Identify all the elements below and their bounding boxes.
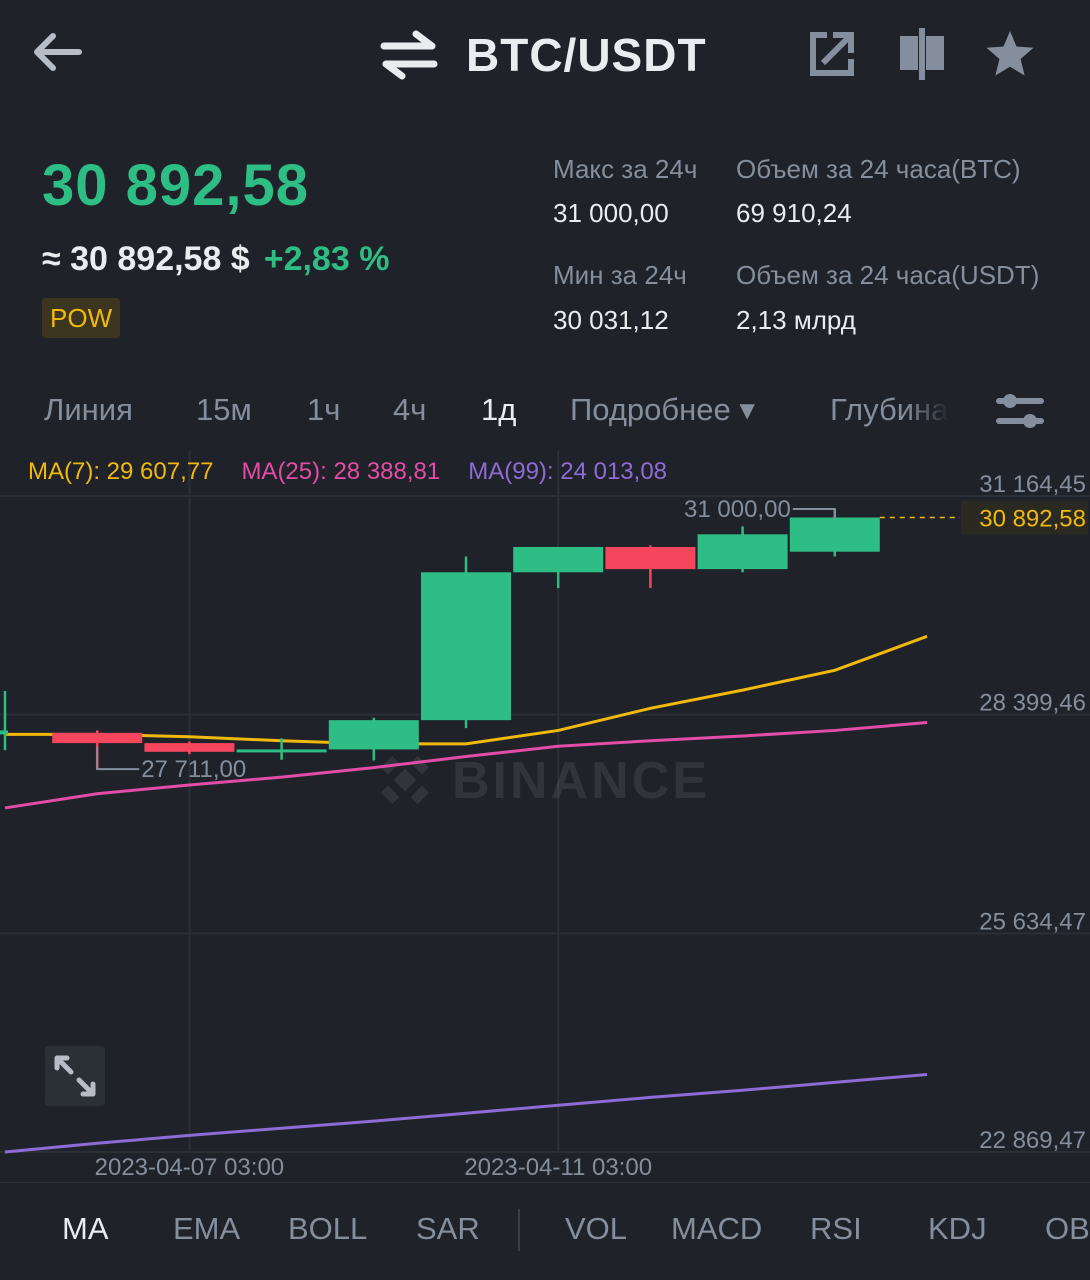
- indicator-kdj[interactable]: KDJ: [928, 1211, 987, 1247]
- indicator-divider: [518, 1209, 520, 1251]
- star-icon: [986, 31, 1034, 76]
- candle-body: [144, 743, 235, 752]
- volume-base-label: Объем за 24 часа(BTC): [736, 154, 1021, 184]
- candle-body: [789, 517, 880, 552]
- y-tick-label: 28 399,46: [979, 690, 1086, 717]
- chart-settings-button[interactable]: [990, 384, 1050, 438]
- svg-text:BINANCE: BINANCE: [452, 752, 710, 810]
- ma-legend: MA(7): 29 607,77 MA(25): 28 388,81 MA(99):…: [28, 458, 695, 486]
- expand-arrows-icon: [54, 1055, 96, 1097]
- tabs-fade: [905, 380, 950, 444]
- high-24h-label: Макс за 24ч: [553, 154, 698, 184]
- ma7-legend: MA(7): 29 607,77: [28, 458, 214, 485]
- share-button[interactable]: [806, 28, 858, 80]
- ma99-line: [4, 1072, 928, 1154]
- y-tick-label: 22 869,47: [979, 1127, 1086, 1154]
- tab-more[interactable]: Подробнее ▾: [570, 392, 755, 428]
- last-price: 30 892,58: [42, 153, 310, 218]
- ma99-legend: MA(99): 24 013,08: [468, 458, 668, 485]
- pair-title: BTC/USDT: [466, 29, 707, 81]
- indicator-ema[interactable]: EMA: [173, 1211, 240, 1247]
- high-marker-label: 31 000,00: [684, 496, 791, 523]
- candle-body: [513, 546, 604, 573]
- candle-body: [52, 732, 143, 744]
- candle-body: [697, 534, 788, 570]
- pow-badge[interactable]: POW: [42, 298, 121, 338]
- volume-quote-value: 2,13 млрд: [736, 305, 856, 335]
- candle-body: [605, 546, 696, 570]
- ma25-legend: MA(25): 28 388,81: [241, 458, 441, 485]
- indicator-bar: MA EMA BOLL SAR VOL MACD RSI KDJ OBV: [0, 1182, 1090, 1280]
- low-24h-value: 30 031,12: [553, 305, 669, 335]
- arrow-left-icon: [34, 33, 82, 71]
- candlestick-chart[interactable]: BINANCE 31 164,45 28 399,46 25 634,47 22 86…: [0, 450, 1090, 1180]
- tab-15m[interactable]: 15м: [196, 392, 252, 428]
- candle-body: [328, 720, 419, 750]
- candle-body: [0, 730, 8, 735]
- indicator-vol[interactable]: VOL: [565, 1211, 627, 1247]
- low-marker-line: [96, 747, 140, 771]
- volume-quote-label: Объем за 24 часа(USDT): [736, 260, 1040, 290]
- tab-line[interactable]: Линия: [44, 392, 133, 428]
- x-tick-label: 2023-04-07 03:00: [95, 1154, 285, 1180]
- price-change: +2,83 %: [263, 240, 390, 278]
- indicator-macd[interactable]: MACD: [671, 1211, 762, 1247]
- compare-button[interactable]: [896, 28, 948, 80]
- binance-watermark: BINANCE: [380, 752, 710, 810]
- back-button[interactable]: [26, 26, 86, 78]
- favorite-button[interactable]: [984, 28, 1036, 80]
- split-compare-icon: [900, 28, 944, 80]
- y-tick-label: 25 634,47: [979, 908, 1086, 935]
- indicator-sar[interactable]: SAR: [416, 1211, 480, 1247]
- share-external-icon: [810, 32, 854, 76]
- price-fiat-row: ≈ 30 892,58 $ +2,83 %: [42, 240, 389, 279]
- swap-arrows-icon: [380, 30, 438, 80]
- high-24h-value: 31 000,00: [553, 198, 669, 228]
- pair-selector[interactable]: BTC/USDT: [380, 26, 707, 84]
- fiat-price: ≈ 30 892,58 $: [42, 240, 250, 278]
- low-24h-label: Мин за 24ч: [553, 260, 687, 290]
- indicator-ma[interactable]: MA: [62, 1211, 109, 1247]
- x-tick-label: 2023-04-11 03:00: [464, 1154, 652, 1180]
- top-bar: BTC/USDT: [0, 0, 1090, 112]
- tab-1h[interactable]: 1ч: [307, 392, 340, 428]
- candle-body: [236, 749, 327, 753]
- tab-4h[interactable]: 4ч: [393, 392, 426, 428]
- y-tick-label: 31 164,45: [979, 471, 1086, 498]
- sliders-icon: [996, 394, 1044, 428]
- volume-base-value: 69 910,24: [736, 198, 852, 228]
- indicator-obv[interactable]: OBV: [1045, 1211, 1090, 1247]
- fullscreen-button[interactable]: [45, 1046, 105, 1106]
- low-marker-label: 27 711,00: [141, 756, 246, 783]
- indicator-boll[interactable]: BOLL: [288, 1211, 367, 1247]
- interval-tabs: Линия 15м 1ч 4ч 1д Подробнее ▾ Глубина: [0, 380, 1090, 444]
- indicator-rsi[interactable]: RSI: [810, 1211, 862, 1247]
- tab-1d[interactable]: 1д: [481, 392, 516, 428]
- current-price-label: 30 892,58: [979, 506, 1086, 533]
- candle-body: [421, 572, 511, 721]
